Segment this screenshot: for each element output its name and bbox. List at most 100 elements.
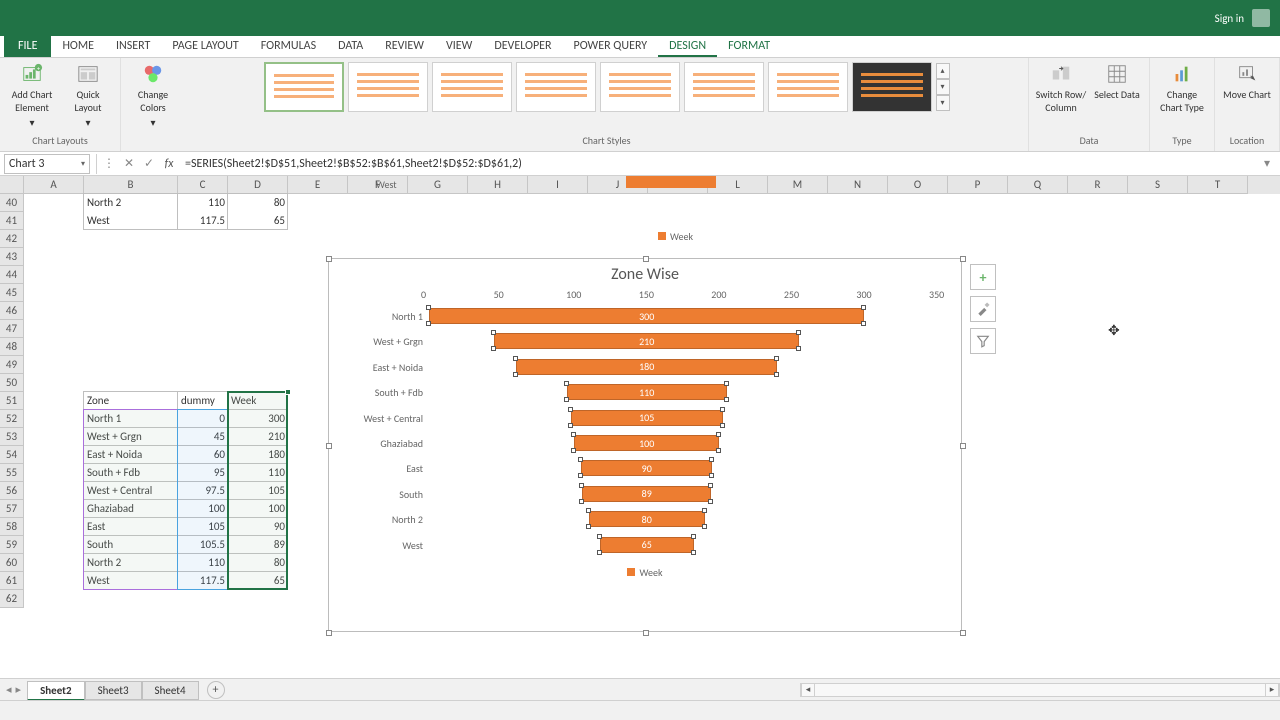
- chart-filters-button[interactable]: [970, 328, 996, 354]
- name-box[interactable]: Chart 3 ▾: [4, 154, 90, 174]
- bar-East[interactable]: 90: [581, 460, 712, 476]
- tab-formulas[interactable]: FORMULAS: [250, 36, 327, 57]
- sign-in-link[interactable]: Sign in: [1215, 12, 1244, 25]
- chart-style-1[interactable]: [264, 62, 344, 112]
- bar-North-2[interactable]: 80: [589, 511, 705, 527]
- col-header-O[interactable]: O: [888, 176, 948, 194]
- insert-function-menu-icon[interactable]: ⋮: [99, 156, 119, 171]
- chart-style-4[interactable]: [516, 62, 596, 112]
- col-header-Q[interactable]: Q: [1008, 176, 1068, 194]
- chart-style-5[interactable]: [600, 62, 680, 112]
- user-avatar-icon[interactable]: [1252, 9, 1270, 27]
- cell-B40[interactable]: North 2: [84, 194, 178, 212]
- row-header-61[interactable]: 61: [0, 572, 24, 590]
- tab-insert[interactable]: INSERT: [105, 36, 161, 57]
- chart-style-3[interactable]: [432, 62, 512, 112]
- bar-North-1[interactable]: 300: [429, 308, 864, 324]
- switch-row-column-button[interactable]: Switch Row/ Column: [1035, 62, 1087, 114]
- col-header-R[interactable]: R: [1068, 176, 1128, 194]
- row-header-57[interactable]: 57: [0, 500, 24, 518]
- change-chart-type-button[interactable]: Change Chart Type: [1156, 62, 1208, 114]
- row-header-59[interactable]: 59: [0, 536, 24, 554]
- col-header-C[interactable]: C: [178, 176, 228, 194]
- row-header-43[interactable]: 43: [0, 248, 24, 266]
- tab-page-layout[interactable]: PAGE LAYOUT: [161, 36, 249, 57]
- move-chart-button[interactable]: Move Chart: [1221, 62, 1273, 101]
- col-header-L[interactable]: L: [708, 176, 768, 194]
- cell-D41[interactable]: 65: [228, 212, 288, 230]
- add-chart-element-button[interactable]: + Add Chart Element ▾: [6, 62, 58, 129]
- chart-legend[interactable]: Week: [329, 560, 961, 579]
- row-header-54[interactable]: 54: [0, 446, 24, 464]
- col-header-E[interactable]: E: [288, 176, 348, 194]
- add-sheet-button[interactable]: +: [207, 681, 225, 699]
- quick-layout-button[interactable]: Quick Layout ▾: [62, 62, 114, 129]
- tab-review[interactable]: REVIEW: [374, 36, 435, 57]
- row-header-51[interactable]: 51: [0, 392, 24, 410]
- row-header-58[interactable]: 58: [0, 518, 24, 536]
- cell-C41[interactable]: 117.5: [178, 212, 228, 230]
- col-header-A[interactable]: A: [24, 176, 84, 194]
- col-header-T[interactable]: T: [1188, 176, 1248, 194]
- tab-home[interactable]: HOME: [51, 36, 105, 57]
- cell-C40[interactable]: 110: [178, 194, 228, 212]
- col-header-I[interactable]: I: [528, 176, 588, 194]
- enter-icon[interactable]: ✓: [139, 156, 159, 171]
- col-header-S[interactable]: S: [1128, 176, 1188, 194]
- change-colors-button[interactable]: Change Colors ▾: [127, 62, 179, 129]
- col-header-D[interactable]: D: [228, 176, 288, 194]
- cell-B51[interactable]: Zone: [84, 392, 178, 410]
- chart-style-7[interactable]: [768, 62, 848, 112]
- tab-file[interactable]: FILE: [4, 36, 51, 57]
- row-header-41[interactable]: 41: [0, 212, 24, 230]
- bar-South[interactable]: 89: [582, 486, 711, 502]
- name-box-dropdown-icon[interactable]: ▾: [81, 159, 85, 169]
- worksheet-grid[interactable]: ABCDEFGHIJKLMNOPQRST 4041424344454647484…: [0, 176, 1280, 680]
- tab-view[interactable]: VIEW: [435, 36, 483, 57]
- cell-D40[interactable]: 80: [228, 194, 288, 212]
- chart-styles-button[interactable]: [970, 296, 996, 322]
- row-header-45[interactable]: 45: [0, 284, 24, 302]
- tab-data[interactable]: DATA: [327, 36, 374, 57]
- sheet-tab-sheet3[interactable]: Sheet3: [85, 681, 142, 700]
- bar-West[interactable]: 65: [600, 537, 694, 553]
- row-header-48[interactable]: 48: [0, 338, 24, 356]
- row-header-40[interactable]: 40: [0, 194, 24, 212]
- chart-style-6[interactable]: [684, 62, 764, 112]
- chart-style-8[interactable]: [852, 62, 932, 112]
- col-header-B[interactable]: B: [84, 176, 178, 194]
- tab-design[interactable]: DESIGN: [658, 36, 717, 57]
- row-header-42[interactable]: 42: [0, 230, 24, 248]
- horizontal-scrollbar[interactable]: ◂▸: [800, 683, 1280, 697]
- formula-input[interactable]: =SERIES(Sheet2!$D$51,Sheet2!$B$52:$B$61,…: [179, 157, 1264, 171]
- sheet-tab-sheet4[interactable]: Sheet4: [142, 681, 199, 700]
- chart-object[interactable]: Zone Wise050100150200250300350300North 1…: [328, 258, 962, 632]
- row-header-47[interactable]: 47: [0, 320, 24, 338]
- row-header-46[interactable]: 46: [0, 302, 24, 320]
- row-headers[interactable]: 4041424344454647484950515253545556575859…: [0, 194, 24, 608]
- bar-West-+-Grgn[interactable]: 210: [494, 333, 799, 349]
- cell-B41[interactable]: West: [84, 212, 178, 230]
- formula-bar-expand-icon[interactable]: ▾: [1264, 156, 1280, 171]
- col-header-N[interactable]: N: [828, 176, 888, 194]
- col-header-G[interactable]: G: [408, 176, 468, 194]
- bar-West-+-Central[interactable]: 105: [571, 410, 723, 426]
- row-header-62[interactable]: 62: [0, 590, 24, 608]
- row-header-56[interactable]: 56: [0, 482, 24, 500]
- row-header-52[interactable]: 52: [0, 410, 24, 428]
- chart-styles-spinner[interactable]: ▴▾▾: [936, 63, 950, 111]
- cancel-icon[interactable]: ✕: [119, 156, 139, 171]
- cell-C51[interactable]: dummy: [178, 392, 228, 410]
- col-header-M[interactable]: M: [768, 176, 828, 194]
- row-header-55[interactable]: 55: [0, 464, 24, 482]
- row-header-44[interactable]: 44: [0, 266, 24, 284]
- chart-plot-area[interactable]: 050100150200250300350300North 1210West +…: [429, 288, 935, 560]
- row-header-49[interactable]: 49: [0, 356, 24, 374]
- chart-style-2[interactable]: [348, 62, 428, 112]
- col-header-P[interactable]: P: [948, 176, 1008, 194]
- row-header-60[interactable]: 60: [0, 554, 24, 572]
- tab-developer[interactable]: DEVELOPER: [483, 36, 562, 57]
- row-header-50[interactable]: 50: [0, 374, 24, 392]
- chart-elements-button[interactable]: +: [970, 264, 996, 290]
- tab-power-query[interactable]: POWER QUERY: [563, 36, 659, 57]
